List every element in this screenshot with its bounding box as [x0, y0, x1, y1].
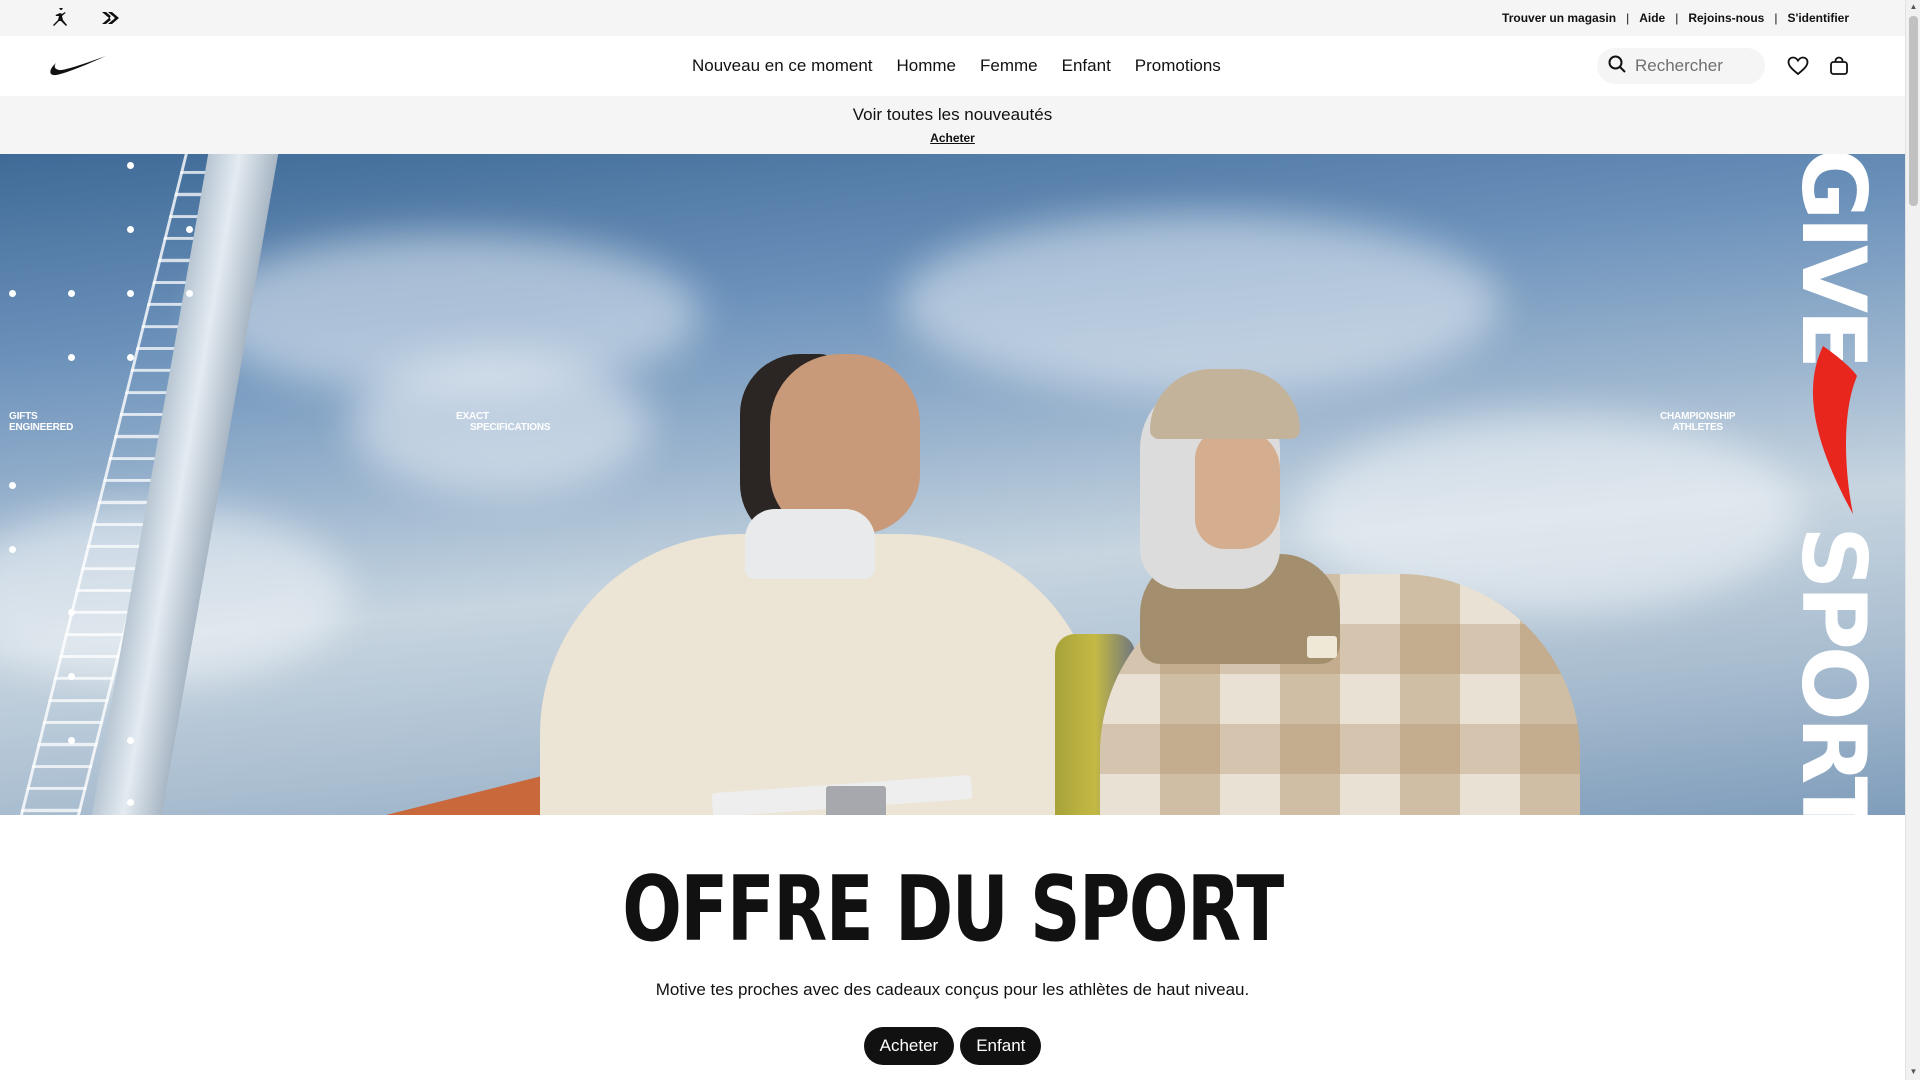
- shop-button[interactable]: Acheter: [863, 1027, 955, 1065]
- headline-subtitle: Motive tes proches avec des cadeaux conç…: [655, 980, 1250, 999]
- main-header: Nouveau en ce moment Homme Femme Enfant …: [0, 36, 1905, 96]
- scroll-down-icon[interactable]: ▼: [1909, 1067, 1918, 1077]
- utility-bar: Trouver un magasin | Aide | Rejoins-nous…: [0, 0, 1905, 36]
- hero-caption-athletes: CHAMPIONSHIP ATHLETES: [1660, 411, 1736, 433]
- page-scrollbar[interactable]: ▲ ▼: [1905, 0, 1920, 1080]
- converse-icon[interactable]: [98, 6, 122, 30]
- join-us-link[interactable]: Rejoins-nous: [1688, 11, 1764, 25]
- find-store-link[interactable]: Trouver un magasin: [1502, 11, 1616, 25]
- vertical-text-give: GIVE: [1795, 154, 1875, 365]
- separator: |: [1774, 11, 1778, 25]
- jordan-jumpman-icon[interactable]: [48, 6, 72, 30]
- hero-caption-gifts: GIFTS ENGINEERED: [9, 411, 74, 433]
- promo-shop-link[interactable]: Acheter: [930, 131, 975, 145]
- search-icon[interactable]: [1607, 54, 1627, 79]
- belt-buckle: [826, 786, 886, 815]
- cta-row: Acheter Enfant: [0, 1027, 1905, 1065]
- utility-links: Trouver un magasin | Aide | Rejoins-nous…: [1502, 11, 1849, 25]
- promo-title: Voir toutes les nouveautés: [852, 105, 1053, 124]
- nav-promotions[interactable]: Promotions: [1135, 56, 1221, 76]
- athlete-2-face: [1195, 429, 1280, 549]
- page-headline: OFFRE DU SPORT: [622, 857, 1284, 962]
- sign-in-link[interactable]: S'identifier: [1787, 11, 1849, 25]
- help-link[interactable]: Aide: [1639, 11, 1665, 25]
- nike-swoosh-icon[interactable]: [46, 52, 108, 78]
- kids-button[interactable]: Enfant: [960, 1027, 1042, 1065]
- promo-banner: Voir toutes les nouveautés Acheter: [0, 96, 1905, 154]
- scroll-thumb[interactable]: [1909, 16, 1918, 206]
- scroll-up-icon[interactable]: ▲: [1909, 2, 1918, 12]
- separator: |: [1626, 11, 1630, 25]
- hero-caption-specs: EXACT SPECIFICATIONS: [456, 411, 551, 433]
- red-swoosh-icon: [1812, 346, 1857, 514]
- nav-women[interactable]: Femme: [980, 56, 1038, 76]
- give-sport-vertical-logo: GIVE SPORT: [1795, 154, 1875, 815]
- search-input[interactable]: [1635, 56, 1755, 76]
- main-nav: Nouveau en ce moment Homme Femme Enfant …: [692, 36, 1221, 96]
- nike-logo-patch: [1307, 636, 1337, 658]
- vertical-text-sport: SPORT: [1795, 526, 1875, 815]
- nav-kids[interactable]: Enfant: [1062, 56, 1111, 76]
- athlete-1-collar: [745, 509, 875, 579]
- athlete-1-face: [770, 354, 920, 534]
- hero-image[interactable]: GIFTS ENGINEERED EXACT SPECIFICATIONS CHAM…: [0, 154, 1905, 815]
- bag-icon[interactable]: [1827, 54, 1851, 78]
- heart-icon[interactable]: [1786, 54, 1810, 78]
- search-box[interactable]: [1597, 48, 1765, 84]
- nav-men[interactable]: Homme: [897, 56, 957, 76]
- nav-new-featured[interactable]: Nouveau en ce moment: [692, 56, 873, 76]
- brand-links: [48, 6, 122, 30]
- separator: |: [1675, 11, 1679, 25]
